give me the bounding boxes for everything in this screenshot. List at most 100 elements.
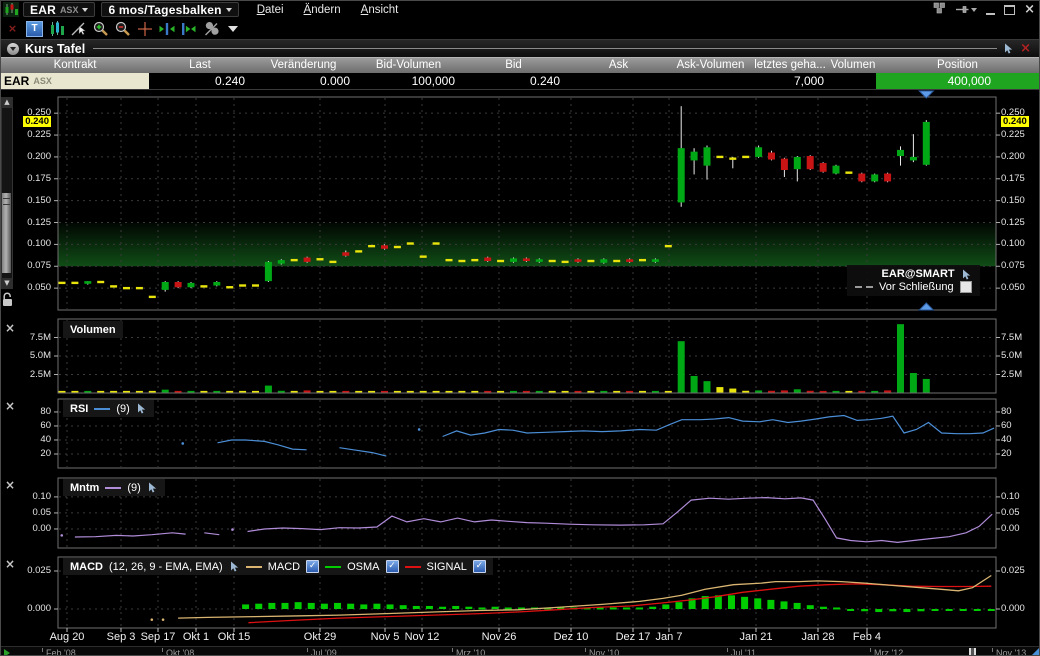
timeline-label: Okt '08 (166, 648, 194, 656)
bar-chart-icon[interactable] (47, 20, 66, 38)
timeframe-label: 6 mos/Tagesbalken (108, 3, 221, 17)
close-momentum-panel-icon[interactable]: × (3, 478, 17, 492)
close-volume-panel-icon[interactable]: × (3, 321, 17, 335)
close-macd-panel-icon[interactable]: × (3, 557, 17, 571)
close-section-icon[interactable]: × (1020, 41, 1031, 56)
section-rule (93, 48, 997, 49)
hand-cursor-icon[interactable] (229, 561, 240, 572)
timeline-label: Feb '08 (46, 648, 76, 656)
cell-ask[interactable] (566, 73, 671, 89)
expand-bars-icon[interactable] (157, 20, 176, 38)
contract-cell[interactable]: EARASX (1, 73, 149, 89)
cell-bid_volume[interactable]: 100,000 (356, 73, 461, 89)
menu-bar: EAR ASX 6 mos/Tagesbalken Datei Ändern Ans… (1, 1, 1039, 18)
collapse-section-button[interactable] (7, 43, 19, 55)
column-header-2[interactable]: Veränderung (251, 58, 356, 74)
volume-legend: Volumen (63, 321, 123, 338)
close-rsi-panel-icon[interactable]: × (3, 399, 17, 413)
macd-legend: MACD (12, 26, 9 - EMA, EMA) MACD ✓ OSMA … (63, 558, 493, 575)
menu-ndern[interactable]: Ändern (304, 4, 341, 16)
column-header-6[interactable]: Ask-Volumen (671, 58, 750, 74)
menu-datei[interactable]: Datei (257, 4, 284, 16)
signal-series-label: SIGNAL (427, 561, 467, 573)
trading-chart-window: EAR ASX 6 mos/Tagesbalken Datei Ändern Ans… (0, 0, 1040, 656)
column-header-9[interactable]: Position (876, 58, 1039, 74)
macd-series-label: MACD (268, 561, 300, 573)
cell-volume[interactable] (830, 73, 876, 89)
timeline-label: Jul '11 (731, 648, 756, 656)
scroll-up-button[interactable]: ▲ (1, 97, 13, 108)
section-header: Kurs Tafel × (1, 40, 1039, 57)
column-header-7[interactable]: letztes geha... (750, 58, 830, 74)
macd-line-sample (246, 566, 262, 568)
close-icon[interactable]: × (1024, 3, 1035, 16)
trendline-icon[interactable] (69, 20, 88, 38)
text-tool-icon[interactable]: T (25, 20, 44, 38)
pin-icon[interactable] (955, 4, 977, 15)
scroll-down-button[interactable]: ▼ (1, 278, 13, 289)
signal-line-sample (405, 566, 421, 568)
osma-series-label: OSMA (347, 561, 379, 573)
blocks-icon[interactable] (933, 1, 946, 19)
chart-toolbar: × T (1, 18, 1039, 40)
timeline-label: Mrz '10 (456, 648, 485, 656)
osma-checkbox[interactable]: ✓ (386, 560, 399, 573)
hand-cursor-icon[interactable] (147, 482, 158, 493)
column-header-1[interactable]: Last (149, 58, 251, 74)
column-header-4[interactable]: Bid (461, 58, 566, 74)
section-title: Kurs Tafel (25, 42, 85, 56)
chevron-down-icon (82, 8, 88, 12)
cell-change[interactable]: 0.000 (251, 73, 356, 89)
macd-params-label: (12, 26, 9 - EMA, EMA) (109, 561, 223, 573)
chevron-down-icon (226, 8, 232, 12)
dropdown-arrow-icon[interactable] (223, 20, 242, 38)
resize-corner-icon[interactable] (1030, 648, 1039, 656)
history-timeline[interactable]: Feb '08Okt '08Jul '09Mrz '10Nov '10Jul '… (1, 646, 1039, 656)
minimize-icon[interactable] (986, 13, 995, 15)
cell-bid[interactable]: 0.240 (461, 73, 566, 89)
quote-table-row: EARASX0.2400.000100,0000.2407,000400,000 (1, 73, 1039, 90)
exchange-label: ASX (60, 5, 79, 15)
menu-ansicht[interactable]: Ansicht (361, 4, 399, 16)
column-header-5[interactable]: Ask (566, 58, 671, 74)
hand-cursor-icon[interactable] (961, 269, 972, 280)
timeline-range-grip[interactable] (969, 648, 976, 656)
crosshair-icon[interactable] (135, 20, 154, 38)
cell-ask_volume[interactable] (671, 73, 750, 89)
symbol-selector[interactable]: EAR ASX (23, 2, 95, 17)
maximize-icon[interactable] (1004, 5, 1015, 15)
momentum-line-sample (105, 487, 121, 489)
symbol-label: EAR (30, 3, 56, 17)
column-header-3[interactable]: Bid-Volumen (356, 58, 461, 74)
column-header-0[interactable]: Kontrakt (1, 58, 149, 74)
column-header-8[interactable]: Volumen (830, 58, 876, 74)
compress-bars-icon[interactable] (179, 20, 198, 38)
cell-position[interactable]: 400,000 (876, 73, 1039, 89)
cell-last_traded_volume[interactable]: 7,000 (750, 73, 830, 89)
timeframe-selector[interactable]: 6 mos/Tagesbalken (101, 2, 238, 17)
scrollbar-thumb[interactable] (2, 193, 11, 273)
window-controls: × (933, 2, 1035, 17)
osma-line-sample (325, 566, 341, 568)
cell-last[interactable]: 0.240 (149, 73, 251, 89)
macd-checkbox[interactable]: ✓ (306, 560, 319, 573)
pre-close-checkbox[interactable] (960, 281, 972, 293)
remove-icon[interactable]: × (3, 20, 22, 38)
wrench-icon[interactable] (201, 20, 220, 38)
momentum-legend: Mntm (9) (63, 479, 165, 496)
momentum-label: Mntm (70, 482, 99, 494)
app-chart-icon (3, 2, 19, 17)
macd-label: MACD (70, 561, 103, 573)
volume-label: Volumen (70, 324, 116, 336)
last-bar-marker-bottom[interactable] (919, 303, 933, 310)
hand-cursor-icon[interactable] (136, 403, 147, 414)
timeline-label: Nov '13 (996, 648, 1026, 656)
zoom-out-icon[interactable] (113, 20, 132, 38)
timeline-label: Nov '10 (589, 648, 619, 656)
signal-checkbox[interactable]: ✓ (473, 560, 486, 573)
hand-cursor-icon[interactable] (1003, 43, 1014, 54)
menu-items: Datei Ändern Ansicht (257, 4, 399, 16)
quote-table-header: KontraktLastVeränderungBid-VolumenBidAsk… (1, 57, 1039, 73)
zoom-in-icon[interactable] (91, 20, 110, 38)
lock-scale-icon[interactable] (2, 292, 13, 312)
